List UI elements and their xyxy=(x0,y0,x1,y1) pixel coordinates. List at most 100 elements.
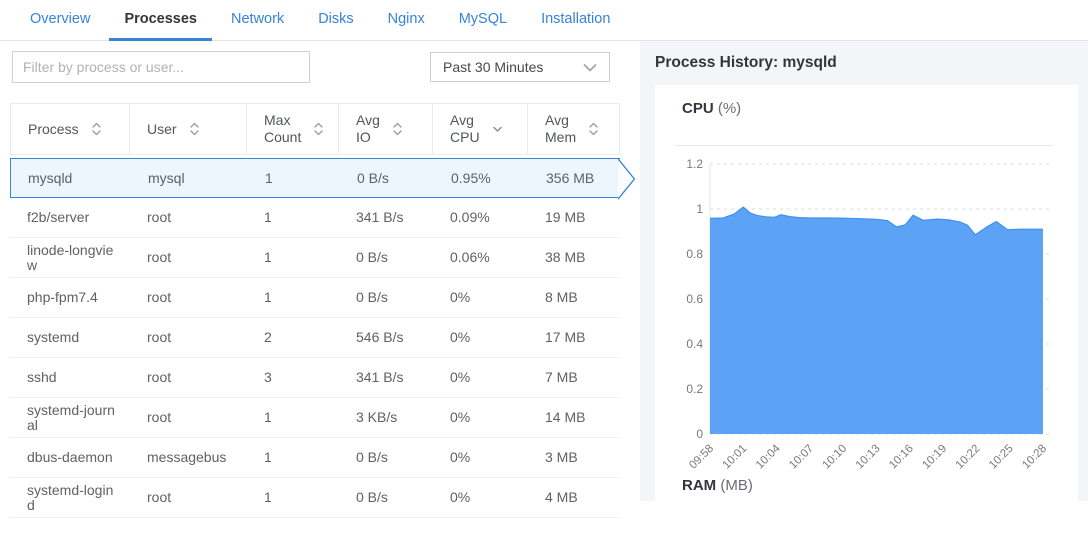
cell-user: root xyxy=(130,398,247,437)
column-header-process[interactable]: Process xyxy=(10,104,130,154)
table-row[interactable]: dbus-daemonmessagebus10 B/s0%3 MB xyxy=(10,438,620,478)
cell-max-count: 1 xyxy=(247,398,339,437)
cell-process: systemd xyxy=(10,318,130,357)
y-axis-tick-label: 0.4 xyxy=(686,337,703,351)
x-axis-tick-label: 10:13 xyxy=(854,443,883,472)
y-axis-tick-label: 0.8 xyxy=(686,247,703,261)
table-row[interactable]: f2b/serverroot1341 B/s0.09%19 MB xyxy=(10,198,620,238)
cell-max-count: 1 xyxy=(247,478,339,517)
ram-chart-title: RAM (MB) xyxy=(682,477,753,494)
cell-process: f2b/server xyxy=(10,198,130,237)
cell-avg-io: 0 B/s xyxy=(339,238,433,277)
cell-avg-mem: 19 MB xyxy=(528,198,620,237)
tab-installation[interactable]: Installation xyxy=(526,0,625,41)
y-axis-tick-label: 0.2 xyxy=(686,382,703,396)
x-axis-tick-label: 10:28 xyxy=(1020,443,1049,472)
y-axis-tick-label: 0 xyxy=(696,427,703,441)
y-axis-tick-label: 0.6 xyxy=(686,292,703,306)
column-header-label: Process xyxy=(28,121,79,138)
table-row[interactable]: systemd-logindroot10 B/s0%4 MB xyxy=(10,478,620,518)
panel-title: Process History: mysqld xyxy=(655,41,1088,72)
x-axis-tick-label: 10:01 xyxy=(721,443,750,472)
process-table: Process User Max Count Avg IO Avg CPU Avg Mem… xyxy=(10,103,620,518)
tab-network[interactable]: Network xyxy=(216,0,299,41)
cell-process: sshd xyxy=(10,358,130,397)
column-header-label: Max Count xyxy=(264,112,301,146)
cell-avg-io: 0 B/s xyxy=(340,159,434,197)
longview-app: OverviewProcessesNetworkDisksNginxMySQLI… xyxy=(0,0,1088,501)
table-row[interactable]: systemdroot2546 B/s0%17 MB xyxy=(10,318,620,358)
cell-avg-io: 3 KB/s xyxy=(339,398,433,437)
table-row[interactable]: linode-longviewroot10 B/s0.06%38 MB xyxy=(10,238,620,278)
history-card: CPU (%) 1.210.80.60.40.2009:5810:0110:04… xyxy=(655,85,1078,545)
column-header-user[interactable]: User xyxy=(130,104,247,154)
cell-user: root xyxy=(130,238,247,277)
timeframe-select[interactable]: Past 30 Minutes xyxy=(430,52,610,82)
cell-avg-mem: 8 MB xyxy=(528,278,620,317)
cpu-usage-chart: 1.210.80.60.40.2009:5810:0110:0410:0710:… xyxy=(655,147,1078,474)
process-filter-input[interactable] xyxy=(12,51,310,83)
table-row[interactable]: sshdroot3341 B/s0%7 MB xyxy=(10,358,620,398)
column-header-label: Avg Mem xyxy=(545,112,576,146)
column-header-avg-cpu[interactable]: Avg CPU xyxy=(433,104,528,154)
cell-max-count: 3 xyxy=(247,358,339,397)
tab-mysql[interactable]: MySQL xyxy=(444,0,522,41)
cell-avg-mem: 4 MB xyxy=(528,478,620,517)
cell-avg-mem: 38 MB xyxy=(528,238,620,277)
sort-both-icon xyxy=(313,121,324,137)
tab-bar: OverviewProcessesNetworkDisksNginxMySQLI… xyxy=(0,0,1088,41)
cell-max-count: 2 xyxy=(247,318,339,357)
cell-avg-io: 341 B/s xyxy=(339,358,433,397)
cell-avg-cpu: 0.06% xyxy=(433,238,528,277)
cell-process: php-fpm7.4 xyxy=(10,278,130,317)
process-history-panel: Process History: mysqld CPU (%) 1.210.80… xyxy=(640,41,1088,501)
cell-max-count: 1 xyxy=(248,159,340,197)
sort-both-icon xyxy=(189,121,200,137)
cell-avg-mem: 14 MB xyxy=(528,398,620,437)
cell-max-count: 1 xyxy=(247,278,339,317)
x-axis-tick-label: 10:25 xyxy=(987,443,1016,472)
chart-title-divider xyxy=(675,145,1053,146)
cell-user: root xyxy=(130,318,247,357)
tab-disks[interactable]: Disks xyxy=(303,0,368,41)
x-axis-tick-label: 10:16 xyxy=(887,443,916,472)
tab-processes[interactable]: Processes xyxy=(109,0,212,41)
cell-user: mysql xyxy=(131,159,248,197)
cell-avg-io: 0 B/s xyxy=(339,278,433,317)
cell-process: systemd-journal xyxy=(10,398,130,437)
cell-avg-mem: 7 MB xyxy=(528,358,620,397)
tab-nginx[interactable]: Nginx xyxy=(373,0,440,41)
table-row-selected[interactable]: mysqldmysql10 B/s0.95%356 MB xyxy=(10,158,620,198)
cell-avg-mem: 356 MB xyxy=(529,159,621,197)
table-row[interactable]: systemd-journalroot13 KB/s0%14 MB xyxy=(10,398,620,438)
cell-max-count: 1 xyxy=(247,438,339,477)
cpu-chart-title: CPU (%) xyxy=(682,100,741,117)
sort-both-icon xyxy=(91,121,102,137)
cell-user: root xyxy=(130,358,247,397)
table-row[interactable]: php-fpm7.4root10 B/s0%8 MB xyxy=(10,278,620,318)
column-header-avg-mem[interactable]: Avg Mem xyxy=(528,104,620,154)
selected-row-arrow xyxy=(618,158,636,200)
cell-avg-mem: 3 MB xyxy=(528,438,620,477)
cell-avg-cpu: 0% xyxy=(433,318,528,357)
x-axis-tick-label: 09:58 xyxy=(687,443,716,472)
y-axis-tick-label: 1.2 xyxy=(686,157,703,171)
cell-user: root xyxy=(130,278,247,317)
column-header-label: User xyxy=(147,121,177,138)
tab-overview[interactable]: Overview xyxy=(15,0,105,41)
cell-avg-cpu: 0% xyxy=(433,438,528,477)
column-header-max-count[interactable]: Max Count xyxy=(247,104,339,154)
cell-max-count: 1 xyxy=(247,238,339,277)
cell-avg-cpu: 0% xyxy=(433,478,528,517)
main-area: Past 30 Minutes Process User Max Count Avg … xyxy=(0,41,1088,501)
cell-avg-mem: 17 MB xyxy=(528,318,620,357)
chevron-down-icon xyxy=(583,63,597,72)
column-header-label: Avg CPU xyxy=(450,112,480,146)
table-header-row: Process User Max Count Avg IO Avg CPU Avg Mem xyxy=(10,103,620,155)
column-header-avg-io[interactable]: Avg IO xyxy=(339,104,433,154)
cell-max-count: 1 xyxy=(247,198,339,237)
table-controls: Past 30 Minutes xyxy=(0,41,640,103)
sort-both-icon xyxy=(392,121,403,137)
cell-user: messagebus xyxy=(130,438,247,477)
cell-user: root xyxy=(130,198,247,237)
